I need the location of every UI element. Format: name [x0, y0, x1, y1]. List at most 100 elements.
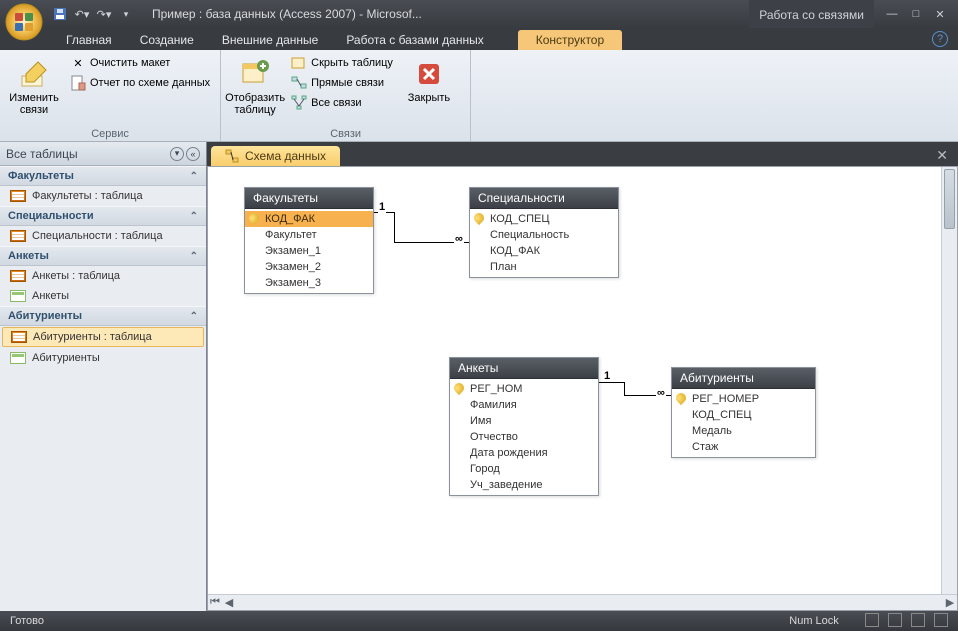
rel-line: [599, 382, 624, 383]
nav-item[interactable]: Абитуриенты: [0, 348, 206, 368]
redo-icon[interactable]: ↷▾: [94, 4, 114, 24]
field[interactable]: Имя: [450, 413, 598, 429]
qat-more-icon[interactable]: ▾: [116, 4, 136, 24]
close-design-button[interactable]: Закрыть: [401, 54, 457, 104]
all-links-button[interactable]: Все связи: [287, 94, 397, 112]
rel-many: ∞: [454, 233, 464, 245]
view-mode-icon-4[interactable]: [934, 613, 948, 627]
navigation-pane: Все таблицы ▾« Факультеты⌃Факультеты : т…: [0, 142, 207, 611]
field[interactable]: КОД_СПЕЦ: [672, 407, 815, 423]
nav-item[interactable]: Абитуриенты : таблица: [2, 327, 204, 347]
table-box-abit[interactable]: Абитуриенты РЕГ_НОМЕР КОД_СПЕЦ Медаль Ст…: [671, 367, 816, 458]
table-icon: [10, 230, 26, 242]
hide-table-icon: [291, 55, 307, 71]
rel-line: [394, 212, 395, 242]
nav-item[interactable]: Факультеты : таблица: [0, 186, 206, 206]
canvas-tab-schema[interactable]: Схема данных: [211, 146, 340, 166]
nav-item[interactable]: Специальности : таблица: [0, 226, 206, 246]
scroll-next-icon[interactable]: ▶: [943, 596, 957, 609]
field[interactable]: Факультет: [245, 227, 373, 243]
show-table-label: Отобразить таблицу: [225, 92, 285, 116]
window-title: Пример : база данных (Access 2007) - Mic…: [136, 7, 749, 21]
table-icon: [10, 190, 26, 202]
scrollbar-vertical[interactable]: [941, 167, 957, 594]
field[interactable]: Стаж: [672, 439, 815, 455]
edit-links-icon: [18, 58, 50, 90]
table-icon: [10, 270, 26, 282]
view-mode-icon-1[interactable]: [865, 613, 879, 627]
ribbon-group-links: Связи: [227, 127, 464, 141]
tab-create[interactable]: Создание: [126, 30, 208, 50]
field[interactable]: Дата рождения: [450, 445, 598, 461]
hide-table-button[interactable]: Скрыть таблицу: [287, 54, 397, 72]
close-label: Закрыть: [408, 92, 450, 104]
table-title[interactable]: Факультеты: [245, 188, 373, 209]
direct-links-button[interactable]: Прямые связи: [287, 74, 397, 92]
field[interactable]: Медаль: [672, 423, 815, 439]
show-table-button[interactable]: Отобразить таблицу: [227, 54, 283, 116]
tab-constructor[interactable]: Конструктор: [518, 30, 622, 50]
nav-collapse-icon[interactable]: «: [186, 147, 200, 161]
nav-group-header[interactable]: Специальности⌃: [0, 206, 206, 226]
ribbon-group-service: Сервис: [6, 127, 214, 141]
table-title[interactable]: Специальности: [470, 188, 618, 209]
save-icon[interactable]: [50, 4, 70, 24]
nav-group-header[interactable]: Анкеты⌃: [0, 246, 206, 266]
undo-icon[interactable]: ↶▾: [72, 4, 92, 24]
table-box-fak[interactable]: Факультеты КОД_ФАК Факультет Экзамен_1 Э…: [244, 187, 374, 294]
field[interactable]: Отчество: [450, 429, 598, 445]
nav-item[interactable]: Анкеты : таблица: [0, 266, 206, 286]
all-links-icon: [291, 95, 307, 111]
table-icon: [11, 331, 27, 343]
direct-links-icon: [291, 75, 307, 91]
field[interactable]: Город: [450, 461, 598, 477]
clear-layout-button[interactable]: ✕Очистить макет: [66, 54, 214, 72]
scroll-thumb[interactable]: [944, 169, 955, 229]
scroll-prev-icon[interactable]: ◀: [222, 596, 236, 609]
field[interactable]: Уч_заведение: [450, 477, 598, 493]
view-mode-icon-2[interactable]: [888, 613, 902, 627]
scrollbar-horizontal[interactable]: ⏮ ◀ ▶: [208, 594, 957, 610]
view-mode-icon-3[interactable]: [911, 613, 925, 627]
context-tab-title: Работа со связями: [749, 0, 874, 28]
edit-links-label: Изменить связи: [6, 92, 62, 116]
field[interactable]: Специальность: [470, 227, 618, 243]
rel-many: ∞: [656, 387, 666, 399]
office-button[interactable]: [4, 2, 44, 42]
field[interactable]: КОД_ФАК: [470, 243, 618, 259]
field[interactable]: План: [470, 259, 618, 275]
form-icon: [10, 352, 26, 364]
nav-header[interactable]: Все таблицы ▾«: [0, 142, 206, 166]
relationships-canvas[interactable]: Факультеты КОД_ФАК Факультет Экзамен_1 Э…: [207, 166, 958, 611]
field-key[interactable]: РЕГ_НОМ: [450, 381, 598, 397]
field[interactable]: Фамилия: [450, 397, 598, 413]
tab-dbtools[interactable]: Работа с базами данных: [332, 30, 497, 50]
nav-filter-icon[interactable]: ▾: [170, 147, 184, 161]
field[interactable]: Экзамен_1: [245, 243, 373, 259]
edit-links-button[interactable]: Изменить связи: [6, 54, 62, 116]
minimize-button[interactable]: ―: [882, 8, 902, 21]
table-title[interactable]: Абитуриенты: [672, 368, 815, 389]
nav-group-header[interactable]: Абитуриенты⌃: [0, 306, 206, 326]
table-title[interactable]: Анкеты: [450, 358, 598, 379]
form-icon: [10, 290, 26, 302]
close-window-button[interactable]: ✕: [930, 8, 950, 21]
nav-item[interactable]: Анкеты: [0, 286, 206, 306]
close-icon: [413, 58, 445, 90]
table-box-spec[interactable]: Специальности КОД_СПЕЦ Специальность КОД…: [469, 187, 619, 278]
status-numlock: Num Lock: [789, 615, 839, 627]
field-key[interactable]: РЕГ_НОМЕР: [672, 391, 815, 407]
field[interactable]: Экзамен_2: [245, 259, 373, 275]
tab-home[interactable]: Главная: [52, 30, 126, 50]
canvas-close-button[interactable]: ✕: [932, 145, 952, 166]
table-box-ank[interactable]: Анкеты РЕГ_НОМ Фамилия Имя Отчество Дата…: [449, 357, 599, 496]
scroll-first-icon[interactable]: ⏮: [208, 596, 222, 609]
nav-group-header[interactable]: Факультеты⌃: [0, 166, 206, 186]
field-key[interactable]: КОД_СПЕЦ: [470, 211, 618, 227]
maximize-button[interactable]: □: [906, 8, 926, 21]
help-icon[interactable]: ?: [932, 31, 948, 47]
field[interactable]: Экзамен_3: [245, 275, 373, 291]
tab-external[interactable]: Внешние данные: [208, 30, 333, 50]
schema-report-button[interactable]: Отчет по схеме данных: [66, 74, 214, 92]
field-key[interactable]: КОД_ФАК: [245, 211, 373, 227]
